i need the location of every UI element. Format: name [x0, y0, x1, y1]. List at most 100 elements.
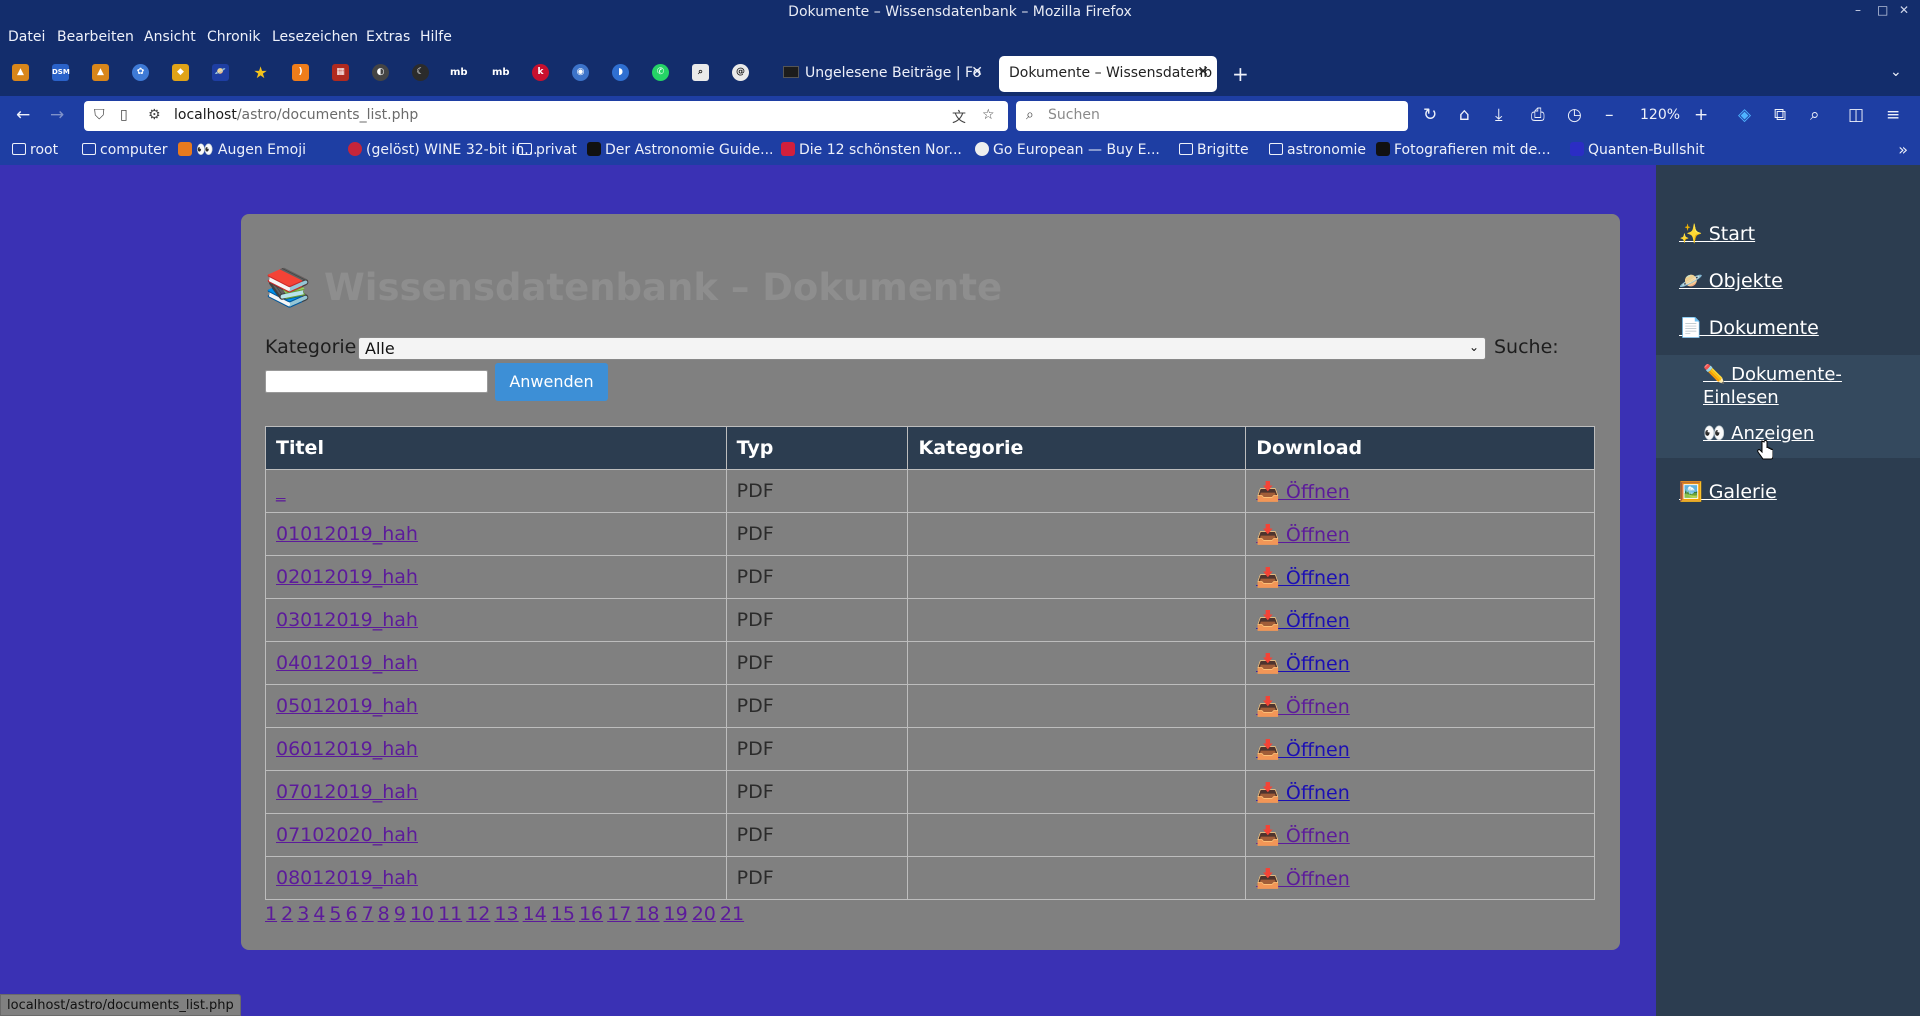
- reload-button[interactable]: ↻: [1423, 105, 1437, 125]
- maximize-icon[interactable]: □: [1877, 3, 1888, 17]
- page-link-10[interactable]: 10: [410, 903, 434, 925]
- bookmark-folder-brigitte[interactable]: Brigitte: [1179, 142, 1249, 158]
- tab-close-icon[interactable]: ✕: [971, 64, 983, 80]
- pinned-ubuntu-icon[interactable]: ◆: [172, 64, 189, 81]
- page-link-18[interactable]: 18: [635, 903, 659, 925]
- page-link-16[interactable]: 16: [579, 903, 603, 925]
- print-icon[interactable]: ⎙: [1531, 105, 1545, 125]
- pinned-search-icon[interactable]: ⌕: [692, 64, 709, 81]
- page-link-15[interactable]: 15: [551, 903, 575, 925]
- list-all-tabs-icon[interactable]: ⌄: [1890, 64, 1902, 80]
- document-title-link[interactable]: 04012019_hah: [276, 652, 418, 674]
- pinned-gauge-icon[interactable]: ◐: [372, 64, 389, 81]
- open-document-link[interactable]: 📥 Öffnen: [1256, 739, 1350, 761]
- page-link-9[interactable]: 9: [394, 903, 406, 925]
- pinned-spiral-icon[interactable]: @: [732, 64, 749, 81]
- page-link-8[interactable]: 8: [378, 903, 390, 925]
- pinned-whatsapp-icon[interactable]: ✆: [652, 64, 669, 81]
- page-link-14[interactable]: 14: [523, 903, 547, 925]
- extension-icon[interactable]: ◈: [1738, 105, 1751, 125]
- search-bar[interactable]: ⌕ Suchen: [1016, 101, 1408, 131]
- tab-ungelesene-beitraege[interactable]: Ungelesene Beiträge | Fo ✕: [773, 56, 991, 92]
- open-document-link[interactable]: 📥 Öffnen: [1256, 567, 1350, 589]
- pinned-fish-icon[interactable]: ◗: [612, 64, 629, 81]
- tab-dokumente[interactable]: Dokumente – Wissensdatenb ✕: [999, 56, 1217, 92]
- open-document-link[interactable]: 📥 Öffnen: [1256, 610, 1350, 632]
- zoom-level[interactable]: 120%: [1640, 107, 1680, 123]
- nav-start[interactable]: ✨ Start: [1679, 222, 1755, 245]
- open-document-link[interactable]: 📥 Öffnen: [1256, 696, 1350, 718]
- open-document-link[interactable]: 📥 Öffnen: [1256, 782, 1350, 804]
- page-link-12[interactable]: 12: [466, 903, 490, 925]
- page-link-17[interactable]: 17: [607, 903, 631, 925]
- page-icon[interactable]: ▯: [120, 107, 128, 123]
- pinned-calendar-icon[interactable]: ▦: [332, 64, 349, 81]
- nav-dokumente-einlesen[interactable]: ✏️ Dokumente-Einlesen: [1703, 363, 1853, 409]
- pinned-mb2-icon[interactable]: mb: [492, 64, 510, 81]
- tab-close-icon[interactable]: ✕: [1197, 64, 1209, 80]
- category-select[interactable]: Alle ⌄: [358, 337, 1486, 360]
- pinned-k-icon[interactable]: k: [532, 64, 549, 81]
- zoom-in-button[interactable]: +: [1694, 105, 1708, 125]
- document-title-link[interactable]: 02012019_hah: [276, 566, 418, 588]
- pinned-moon-icon[interactable]: ☾: [412, 64, 429, 81]
- document-title-link[interactable]: _: [276, 480, 286, 502]
- menu-ansicht[interactable]: Ansicht: [144, 29, 196, 45]
- page-link-5[interactable]: 5: [329, 903, 341, 925]
- open-document-link[interactable]: 📥 Öffnen: [1256, 653, 1350, 675]
- bookmark-folder-computer[interactable]: computer: [82, 142, 168, 158]
- document-title-link[interactable]: 07102020_hah: [276, 824, 418, 846]
- page-link-1[interactable]: 1: [265, 903, 277, 925]
- menu-datei[interactable]: Datei: [8, 29, 45, 45]
- document-search-input[interactable]: [265, 370, 488, 393]
- page-link-11[interactable]: 11: [438, 903, 462, 925]
- bookmark-star-icon[interactable]: ☆: [982, 107, 995, 123]
- pinned-sailboat2-icon[interactable]: ▲: [92, 64, 109, 81]
- apply-button[interactable]: Anwenden: [495, 363, 608, 401]
- page-link-21[interactable]: 21: [720, 903, 744, 925]
- minimize-icon[interactable]: –: [1855, 3, 1861, 17]
- home-button[interactable]: ⌂: [1459, 105, 1470, 125]
- pinned-dsm-icon[interactable]: DSM: [52, 64, 70, 81]
- menu-extras[interactable]: Extras: [366, 29, 410, 45]
- document-title-link[interactable]: 07012019_hah: [276, 781, 418, 803]
- nav-galerie[interactable]: 🖼️ Galerie: [1679, 480, 1777, 503]
- bookmark-folder-root[interactable]: root: [12, 142, 58, 158]
- history-icon[interactable]: ◷: [1567, 105, 1582, 125]
- close-window-icon[interactable]: ✕: [1899, 3, 1909, 17]
- document-title-link[interactable]: 08012019_hah: [276, 867, 418, 889]
- open-document-link[interactable]: 📥 Öffnen: [1256, 868, 1350, 890]
- pinned-star-icon[interactable]: ★: [252, 64, 269, 81]
- pinned-globe-icon[interactable]: ◉: [572, 64, 589, 81]
- bookmark-astronomie-guide[interactable]: Der Astronomie Guide...: [587, 142, 773, 158]
- pinned-planet-icon[interactable]: 🪐: [212, 64, 229, 81]
- document-title-link[interactable]: 06012019_hah: [276, 738, 418, 760]
- pinned-sailboat-icon[interactable]: ▲: [12, 64, 29, 81]
- bookmark-folder-privat[interactable]: privat: [518, 142, 577, 158]
- nav-objekte[interactable]: 🪐 Objekte: [1679, 269, 1783, 292]
- bookmark-fotografieren[interactable]: Fotografieren mit de...: [1376, 142, 1551, 158]
- bookmarks-overflow-icon[interactable]: »: [1898, 140, 1908, 159]
- page-link-3[interactable]: 3: [297, 903, 309, 925]
- url-text[interactable]: localhost/astro/documents_list.php: [174, 107, 418, 123]
- pinned-mb-icon[interactable]: mb: [450, 64, 468, 81]
- page-link-4[interactable]: 4: [313, 903, 325, 925]
- page-link-20[interactable]: 20: [692, 903, 716, 925]
- menu-hilfe[interactable]: Hilfe: [420, 29, 452, 45]
- permissions-icon[interactable]: ⚙: [148, 107, 161, 123]
- pinned-rss-icon[interactable]: ): [292, 64, 309, 81]
- shield-icon[interactable]: ⛉: [94, 107, 105, 123]
- sidebar-toggle-icon[interactable]: ◫: [1848, 105, 1864, 125]
- url-bar[interactable]: ⛉ ▯ ⚙ localhost/astro/documents_list.php…: [84, 101, 1008, 131]
- open-document-link[interactable]: 📥 Öffnen: [1256, 481, 1350, 503]
- document-title-link[interactable]: 03012019_hah: [276, 609, 418, 631]
- app-menu-icon[interactable]: ≡: [1886, 105, 1900, 125]
- document-title-link[interactable]: 01012019_hah: [276, 523, 418, 545]
- document-title-link[interactable]: 05012019_hah: [276, 695, 418, 717]
- open-document-link[interactable]: 📥 Öffnen: [1256, 825, 1350, 847]
- new-tab-button[interactable]: +: [1232, 62, 1249, 86]
- downloads-icon[interactable]: ⤓: [1495, 105, 1503, 125]
- translate-icon[interactable]: 文: [952, 107, 966, 127]
- bookmark-quanten-bullshit[interactable]: Quanten-Bullshit: [1570, 142, 1705, 158]
- page-link-2[interactable]: 2: [281, 903, 293, 925]
